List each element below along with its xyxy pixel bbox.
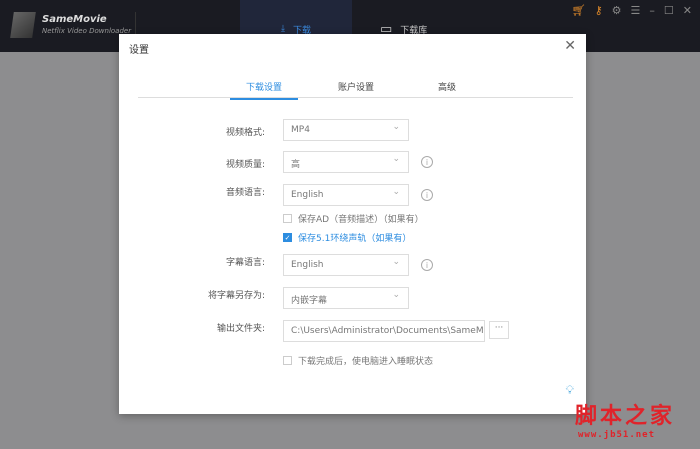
minimize-icon[interactable]: – <box>649 4 655 17</box>
info-icon[interactable]: i <box>421 156 433 168</box>
download-icon: ⤓ <box>281 24 285 34</box>
video-quality-select[interactable]: 高 <box>283 151 409 173</box>
checkbox-icon <box>283 214 292 223</box>
save-ad-checkbox[interactable]: 保存AD（音频描述）（如果有） <box>283 212 424 225</box>
output-folder-input[interactable]: C:\Users\Administrator\Documents\SameMov… <box>283 320 485 342</box>
close-window-icon[interactable]: ✕ <box>683 4 692 17</box>
cart-icon[interactable]: 🛒︎ <box>572 4 586 17</box>
subtitle-save-as-select[interactable]: 内嵌字幕 <box>283 287 409 309</box>
video-quality-label: 视频质量: <box>225 160 265 170</box>
tab-download-settings[interactable]: 下载设置 <box>230 80 299 100</box>
settings-tabs: 下载设置 账户设置 高级 <box>138 76 573 100</box>
audio-language-label: 音频语言: <box>225 188 265 198</box>
menu-icon[interactable]: ☰ <box>631 4 641 17</box>
app-name: SameMovie <box>42 14 107 25</box>
checkbox-icon <box>283 356 292 365</box>
maximize-icon[interactable]: ☐ <box>664 4 674 17</box>
watermark-url: www.jb51.net <box>578 430 656 440</box>
settings-dialog: 设置 ✕ 下载设置 账户设置 高级 视频格式: MP4 视频质量: 高 i 音频… <box>119 34 586 414</box>
video-format-label: 视频格式: <box>225 128 265 138</box>
app-logo <box>10 12 36 38</box>
audio-language-select[interactable]: English <box>283 184 409 206</box>
sleep-after-label: 下载完成后，使电脑进入睡眠状态 <box>298 357 434 367</box>
lightbulb-icon[interactable]: 💡︎ <box>566 383 574 398</box>
checkmark-icon: ✓ <box>283 233 292 242</box>
subtitle-language-label: 字幕语言: <box>225 258 265 268</box>
info-icon[interactable]: i <box>421 189 433 201</box>
sleep-after-checkbox[interactable]: 下载完成后，使电脑进入睡眠状态 <box>283 354 433 367</box>
dialog-title: 设置 <box>129 45 149 56</box>
app-subtitle: Netflix Video Downloader <box>42 27 132 35</box>
subtitle-language-select[interactable]: English <box>283 254 409 276</box>
browse-button[interactable]: ··· <box>489 321 509 339</box>
output-folder-label: 输出文件夹: <box>216 324 265 334</box>
info-icon[interactable]: i <box>421 259 433 271</box>
watermark-text: 脚本之家 <box>575 404 676 429</box>
save-51-checkbox[interactable]: ✓ 保存5.1环绕声轨（如果有） <box>283 231 411 244</box>
close-icon[interactable]: ✕ <box>564 38 576 54</box>
tab-account-settings[interactable]: 账户设置 <box>338 80 374 93</box>
subtitle-save-as-label: 将字幕另存为: <box>207 291 265 301</box>
video-format-select[interactable]: MP4 <box>283 119 409 141</box>
gear-icon[interactable]: ⚙ <box>612 4 622 17</box>
save-51-label: 保存5.1环绕声轨（如果有） <box>298 234 412 244</box>
save-ad-label: 保存AD（音频描述）（如果有） <box>298 215 424 225</box>
tab-advanced[interactable]: 高级 <box>438 80 456 93</box>
key-icon[interactable]: ⚷ <box>595 4 603 17</box>
